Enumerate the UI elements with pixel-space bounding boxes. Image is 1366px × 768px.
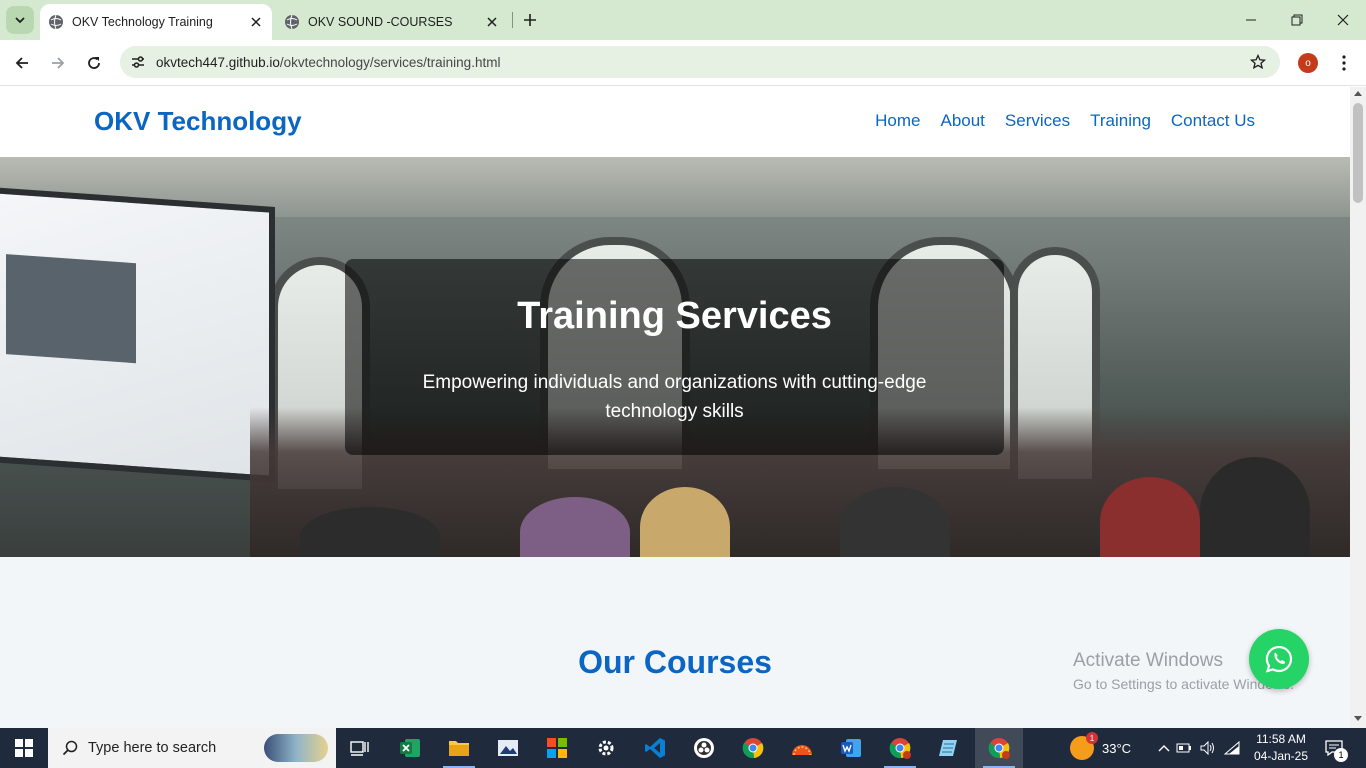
page-viewport: OKV Technology Home About Services Train… bbox=[0, 87, 1350, 728]
chrome-icon[interactable] bbox=[729, 728, 777, 768]
tab-okv-sound-courses[interactable]: OKV SOUND -COURSES bbox=[276, 4, 508, 40]
site-nav: Home About Services Training Contact Us bbox=[875, 111, 1255, 131]
nav-link-services[interactable]: Services bbox=[1005, 111, 1070, 131]
address-bar[interactable]: okvtech447.github.io/okvtechnology/servi… bbox=[120, 46, 1280, 78]
forward-button[interactable] bbox=[43, 48, 73, 78]
taskbar-clock[interactable]: 11:58 AM 04-Jan-25 bbox=[1250, 731, 1312, 765]
clock-time: 11:58 AM bbox=[1256, 732, 1306, 746]
chevron-up-icon[interactable] bbox=[1156, 744, 1172, 752]
close-icon bbox=[1337, 14, 1349, 26]
weather-temperature: 33°C bbox=[1102, 740, 1132, 756]
notification-center-icon[interactable]: 1 bbox=[1322, 736, 1348, 762]
excel-icon[interactable] bbox=[386, 728, 434, 768]
settings-icon[interactable] bbox=[582, 728, 630, 768]
battery-icon[interactable] bbox=[1172, 743, 1196, 753]
profile-avatar[interactable]: o bbox=[1298, 53, 1318, 73]
url-text: okvtech447.github.io/okvtechnology/servi… bbox=[156, 55, 1248, 70]
reload-icon bbox=[88, 57, 100, 69]
whatsapp-button[interactable] bbox=[1249, 629, 1309, 689]
site-header: OKV Technology Home About Services Train… bbox=[0, 87, 1350, 157]
scroll-down-arrow-icon[interactable] bbox=[1354, 716, 1362, 721]
globe-icon bbox=[49, 14, 63, 30]
file-explorer-icon[interactable] bbox=[435, 728, 483, 768]
vscode-icon[interactable] bbox=[631, 728, 679, 768]
browser-toolbar: okvtech447.github.io/okvtechnology/servi… bbox=[0, 40, 1366, 86]
close-window-button[interactable] bbox=[1320, 0, 1366, 40]
weather-sun-icon: 1 bbox=[1070, 732, 1098, 760]
hero-photo-person bbox=[840, 487, 950, 557]
hero-subtitle: Empowering individuals and organizations… bbox=[422, 372, 927, 422]
bookmark-star-icon[interactable] bbox=[1248, 52, 1268, 72]
hero-photo-person bbox=[1100, 477, 1200, 557]
taskbar-search-box[interactable]: Type here to search bbox=[48, 728, 336, 768]
start-button[interactable] bbox=[0, 728, 48, 768]
chrome-profile-icon[interactable] bbox=[876, 728, 924, 768]
nav-link-home[interactable]: Home bbox=[875, 111, 920, 131]
scrollbar-thumb[interactable] bbox=[1353, 103, 1363, 203]
search-highlight-image bbox=[264, 734, 328, 762]
back-button[interactable] bbox=[7, 48, 37, 78]
site-settings-icon[interactable] bbox=[128, 52, 148, 72]
browser-tab-strip: OKV Technology Training OKV SOUND -COURS… bbox=[0, 0, 1366, 40]
tab-search-button[interactable] bbox=[6, 6, 34, 34]
site-brand[interactable]: OKV Technology bbox=[94, 106, 302, 137]
reload-button[interactable] bbox=[79, 48, 109, 78]
store-icon[interactable] bbox=[533, 728, 581, 768]
chevron-down-icon bbox=[15, 17, 25, 24]
notification-count: 1 bbox=[1334, 748, 1348, 762]
hero-title: Training Services bbox=[517, 295, 832, 337]
taskbar-search-placeholder: Type here to search bbox=[88, 740, 217, 756]
arrow-right-icon bbox=[52, 57, 65, 69]
url-host: okvtech447.github.io bbox=[156, 54, 280, 70]
close-icon[interactable] bbox=[248, 14, 264, 30]
restore-icon bbox=[1291, 14, 1303, 26]
obs-icon[interactable] bbox=[680, 728, 728, 768]
hero-photo-person bbox=[640, 487, 730, 557]
wifi-icon[interactable] bbox=[1220, 741, 1244, 755]
system-tray-icons bbox=[1156, 728, 1244, 768]
tab-title: OKV Technology Training bbox=[72, 15, 213, 29]
word-icon[interactable] bbox=[827, 728, 875, 768]
close-icon[interactable] bbox=[484, 14, 500, 30]
url-path: /okvtechnology/services/training.html bbox=[279, 54, 501, 70]
page-scrollbar[interactable] bbox=[1350, 87, 1366, 728]
minimize-button[interactable] bbox=[1228, 0, 1274, 40]
scroll-up-arrow-icon[interactable] bbox=[1354, 91, 1362, 96]
minimize-icon bbox=[1246, 19, 1256, 21]
nav-link-about[interactable]: About bbox=[940, 111, 984, 131]
restore-button[interactable] bbox=[1274, 0, 1320, 40]
tab-okv-training[interactable]: OKV Technology Training bbox=[40, 4, 272, 40]
task-view-icon[interactable] bbox=[336, 728, 384, 768]
nav-link-contact[interactable]: Contact Us bbox=[1171, 111, 1255, 131]
windows-logo-icon bbox=[15, 739, 33, 757]
plus-icon bbox=[524, 14, 536, 26]
weather-badge: 1 bbox=[1086, 732, 1098, 744]
volume-icon[interactable] bbox=[1196, 741, 1220, 755]
arrow-left-icon bbox=[15, 57, 28, 69]
new-tab-button[interactable] bbox=[520, 10, 540, 30]
globe-icon bbox=[285, 14, 299, 30]
search-icon bbox=[60, 738, 80, 758]
weather-widget[interactable]: 1 33°C bbox=[1070, 728, 1131, 768]
hero-banner: Training Services Empowering individuals… bbox=[0, 157, 1350, 557]
tab-title: OKV SOUND -COURSES bbox=[308, 15, 453, 29]
clock-date: 04-Jan-25 bbox=[1253, 749, 1309, 763]
photo-viewer-icon[interactable] bbox=[484, 728, 532, 768]
hero-photo-person bbox=[1200, 457, 1310, 557]
more-options-icon[interactable] bbox=[1334, 53, 1354, 73]
tab-separator bbox=[512, 12, 513, 28]
nav-link-training[interactable]: Training bbox=[1090, 111, 1151, 131]
notepad-icon[interactable] bbox=[925, 728, 973, 768]
whatsapp-icon bbox=[1265, 645, 1293, 673]
chrome-active-icon[interactable] bbox=[975, 728, 1023, 768]
ubuntu-icon[interactable] bbox=[778, 728, 826, 768]
windows-taskbar: Type here to search 1 33°C 11:58 AM 04-J… bbox=[0, 728, 1366, 768]
hero-photo-projector-screen bbox=[0, 187, 275, 482]
